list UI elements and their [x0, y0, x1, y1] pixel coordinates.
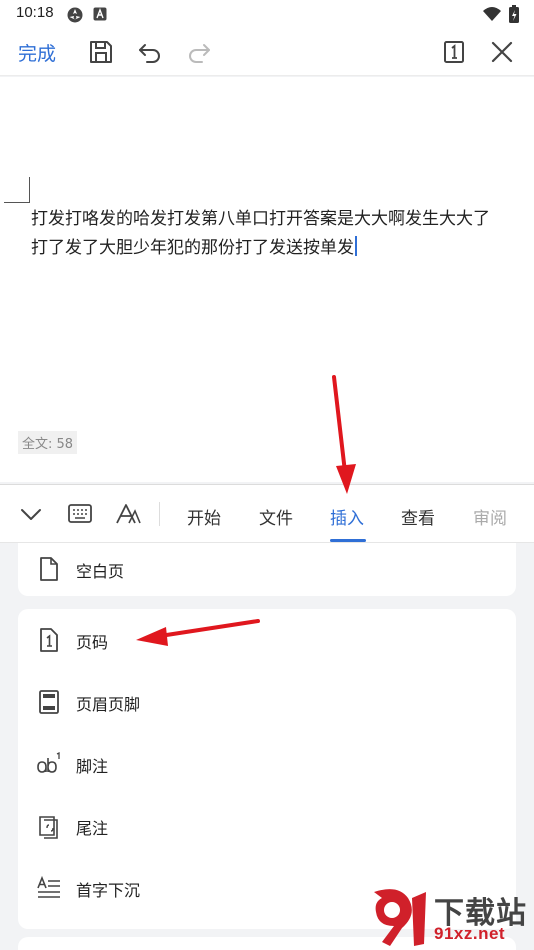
menu-item-label: 脚注	[76, 757, 109, 776]
insert-card-layout: 页码 页眉页脚 脚注 尾注 首字下沉	[18, 609, 516, 929]
ribbon-panel: 开始 文件 插入 查看 审阅 空白页 页码 页眉页脚 脚注 尾注 首字下沉	[0, 484, 534, 950]
word-count-badge: 全文: 58	[18, 431, 78, 454]
watermark-url: 91xz.net	[434, 924, 506, 943]
brand-logo-icon	[374, 889, 426, 946]
editor-toolbar: 完成	[0, 28, 534, 76]
sync-status-icon	[67, 7, 83, 23]
drop-cap-icon	[37, 875, 60, 898]
app-screen: 10:18 完成 打发打咯发的哈发打发第八单口打开答案是大大啊发生大大了 打了发…	[0, 0, 534, 950]
menu-item-label: 首字下沉	[76, 881, 141, 900]
status-time: 10:18	[16, 4, 54, 21]
keyboard-icon[interactable]	[67, 502, 93, 526]
menu-item-blank-page[interactable]: 空白页	[18, 541, 516, 597]
battery-icon	[509, 5, 519, 23]
tab-view[interactable]: 查看	[401, 504, 435, 529]
close-icon[interactable]	[488, 38, 516, 66]
menu-item-label: 尾注	[76, 819, 109, 838]
insert-card-pages: 空白页	[18, 543, 516, 596]
document-text[interactable]: 打发打咯发的哈发打发第八单口打开答案是大大啊发生大大了 打了发了大胆少年犯的那份…	[31, 205, 534, 263]
footnote-icon	[37, 751, 60, 773]
status-bar: 10:18	[0, 0, 534, 28]
menu-item-label: 空白页	[76, 562, 125, 581]
menu-item-header-footer[interactable]: 页眉页脚	[18, 674, 516, 730]
site-watermark: 下载站 91xz.net	[368, 884, 534, 950]
tab-insert[interactable]: 插入	[330, 504, 364, 529]
menu-item-footnote[interactable]: 脚注	[18, 736, 516, 792]
redo-icon[interactable]	[185, 38, 213, 66]
document-line: 打发打咯发的哈发打发第八单口打开答案是大大啊发生大大了	[31, 209, 490, 229]
endnote-icon	[39, 816, 58, 839]
document-line: 打了发了大胆少年犯的那份打了发送按单发	[31, 238, 354, 258]
wifi-icon	[483, 7, 501, 21]
menu-item-label: 页码	[76, 633, 109, 652]
menu-item-page-number[interactable]: 页码	[18, 612, 516, 668]
blank-page-icon	[40, 557, 58, 581]
document-canvas[interactable]: 打发打咯发的哈发打发第八单口打开答案是大大啊发生大大了 打了发了大胆少年犯的那份…	[0, 77, 534, 482]
undo-icon[interactable]	[136, 38, 164, 66]
page-number-icon	[40, 628, 58, 652]
page-count-icon[interactable]	[440, 38, 468, 66]
tab-file[interactable]: 文件	[259, 504, 293, 529]
chevron-down-icon[interactable]	[18, 502, 44, 526]
tab-divider	[159, 502, 160, 526]
tab-home[interactable]: 开始	[187, 504, 221, 529]
document-line-last: 打了发了大胆少年犯的那份打了发送按单发	[31, 234, 534, 263]
text-style-icon[interactable]	[115, 502, 141, 526]
menu-item-endnote[interactable]: 尾注	[18, 798, 516, 854]
menu-item-label: 页眉页脚	[76, 695, 141, 714]
save-icon[interactable]	[87, 38, 115, 66]
tab-review[interactable]: 审阅	[473, 504, 507, 529]
ribbon-tabbar: 开始 文件 插入 查看 审阅	[0, 485, 534, 543]
margin-corner-mark	[4, 177, 30, 203]
keyboard-status-icon	[93, 7, 107, 21]
text-cursor	[355, 236, 357, 256]
header-footer-icon	[39, 690, 59, 714]
done-button[interactable]: 完成	[18, 39, 56, 66]
